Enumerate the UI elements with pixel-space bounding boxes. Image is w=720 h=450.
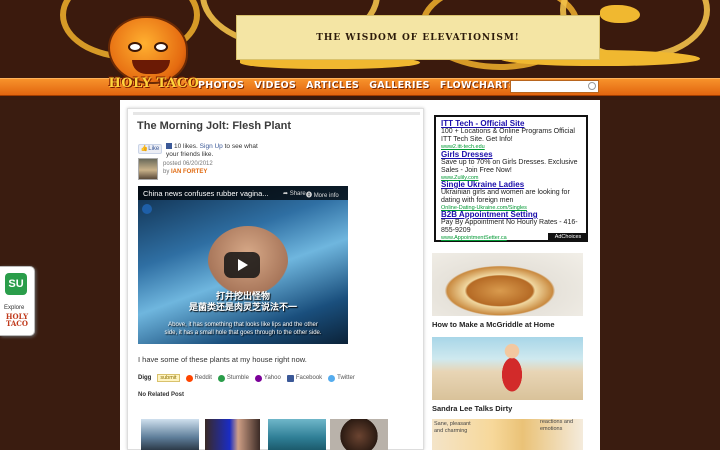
subtitle-en-line-2: side, it has a small hole that goes thro… bbox=[164, 330, 322, 336]
video-subtitle-cn: 打井挖出怪物 是菌类还是肉灵芝说法不一 bbox=[138, 292, 348, 314]
search-icon[interactable] bbox=[588, 82, 596, 90]
share-label: Share bbox=[289, 191, 306, 197]
post-body-text: I have some of these plants at my house … bbox=[138, 355, 307, 364]
by-label: by bbox=[163, 169, 170, 175]
mascot-mouth-icon bbox=[132, 60, 170, 74]
subtitle-en-line-1: Above, it has something that looks like … bbox=[168, 322, 318, 328]
share-bar: Digg submit Reddit Stumble Yahoo Faceboo… bbox=[138, 374, 355, 382]
ad-text: Ukrainian girls and women are looking fo… bbox=[441, 189, 570, 204]
ad-text-right: reactions and emotions bbox=[540, 419, 574, 432]
search-input[interactable] bbox=[510, 80, 599, 93]
facebook-like-label: Like bbox=[148, 146, 160, 152]
share-stumble-label: Stumble bbox=[226, 375, 249, 381]
stumble-explore-label: Explore bbox=[4, 305, 25, 311]
ad-title[interactable]: ITT Tech - Official Site bbox=[441, 119, 587, 128]
author-link[interactable]: IAN FORTEY bbox=[171, 169, 207, 175]
ad-item[interactable]: ITT Tech - Official Site 100 + Locations… bbox=[441, 119, 587, 151]
channel-logo-icon bbox=[142, 204, 152, 214]
ad-text: Save up to 70% on Girls Dresses. Exclusi… bbox=[441, 159, 578, 174]
facebook-icon bbox=[166, 143, 172, 150]
more-info-label: More info bbox=[313, 193, 339, 199]
share-twitter[interactable]: Twitter bbox=[328, 374, 355, 382]
ad-text-left: Sane, pleasant and charming bbox=[434, 421, 471, 434]
no-related-label: No Related Post bbox=[138, 392, 185, 398]
share-stumble[interactable]: Stumble bbox=[217, 374, 249, 382]
twitter-icon bbox=[328, 374, 336, 382]
like-count-text: 10 likes. bbox=[174, 143, 198, 150]
subtitle-cn-line-2: 是菌类还是肉灵芝说法不一 bbox=[188, 303, 297, 313]
facebook-like-button[interactable]: 👍Like bbox=[138, 144, 162, 154]
related-thumbnail[interactable] bbox=[141, 419, 199, 450]
logo-text: HOLY TACO bbox=[108, 76, 200, 91]
ad-item[interactable]: Single Ukraine Ladies Ukrainian girls an… bbox=[441, 180, 587, 212]
adchoices-badge[interactable]: AdChoices bbox=[548, 233, 588, 242]
nav-flowcharts[interactable]: FLOWCHARTS bbox=[440, 80, 516, 91]
ad-item[interactable]: Girls Dresses Save up to 70% on Girls Dr… bbox=[441, 150, 587, 182]
subtitle-cn-line-1: 打井挖出怪物 bbox=[215, 292, 270, 302]
video-player[interactable]: China news confuses rubber vagina... ➦ S… bbox=[138, 186, 348, 344]
share-reddit[interactable]: Reddit bbox=[185, 374, 212, 382]
ad-title[interactable]: Girls Dresses bbox=[441, 150, 587, 159]
share-icon: ➦ bbox=[283, 191, 289, 197]
share-reddit-label: Reddit bbox=[194, 375, 212, 381]
ad-unit: ITT Tech - Official Site 100 + Locations… bbox=[434, 115, 588, 242]
title-divider bbox=[133, 112, 420, 115]
related-thumbnail[interactable] bbox=[330, 419, 388, 450]
stumbleupon-icon bbox=[217, 374, 225, 382]
video-more-info-button[interactable]: ⓿ More info bbox=[306, 190, 339, 199]
author-avatar[interactable] bbox=[138, 158, 158, 180]
ad-title[interactable]: Single Ukraine Ladies bbox=[441, 180, 587, 189]
feature-caption[interactable]: Sandra Lee Talks Dirty bbox=[432, 404, 512, 413]
facebook-icon bbox=[286, 374, 294, 382]
ad-text: 100 + Locations & Online Programs Offici… bbox=[441, 128, 575, 143]
yahoo-icon bbox=[254, 374, 262, 382]
share-twitter-label: Twitter bbox=[337, 375, 355, 381]
header-ribbon-decoration bbox=[600, 5, 640, 23]
digg-submit-button[interactable]: submit bbox=[157, 374, 180, 382]
related-thumbnail[interactable] bbox=[268, 419, 326, 450]
share-facebook-label: Facebook bbox=[295, 375, 323, 381]
video-subtitle-en: Above, it has something that looks like … bbox=[142, 321, 344, 337]
share-yahoo[interactable]: Yahoo bbox=[254, 374, 281, 382]
post-meta: posted 06/20/2012 by IAN FORTEY bbox=[163, 160, 213, 176]
nav-galleries[interactable]: GALLERIES bbox=[369, 80, 430, 91]
mascot-eye-icon bbox=[128, 42, 142, 52]
nav-articles[interactable]: ARTICLES bbox=[306, 80, 359, 91]
feature-image-mcgriddle[interactable] bbox=[432, 253, 583, 316]
share-yahoo-label: Yahoo bbox=[263, 375, 281, 381]
posted-prefix: posted bbox=[163, 161, 182, 167]
header-banner[interactable]: THE WISDOM OF ELEVATIONISM! bbox=[236, 15, 600, 60]
nav-videos[interactable]: VIDEOS bbox=[254, 80, 296, 91]
figure-silhouette bbox=[492, 341, 532, 397]
nav-photos[interactable]: PHOTOS bbox=[198, 80, 244, 91]
mascot-eye-icon bbox=[154, 42, 168, 52]
facebook-signup-link[interactable]: Sign Up bbox=[200, 143, 223, 150]
stumble-brand-label: HOLY TACO bbox=[5, 312, 29, 328]
post-title[interactable]: The Morning Jolt: Flesh Plant bbox=[137, 120, 291, 132]
posted-date: 06/20/2012 bbox=[182, 161, 213, 167]
digg-label: Digg bbox=[138, 375, 152, 381]
reddit-icon bbox=[185, 374, 193, 382]
related-thumbnail[interactable] bbox=[205, 419, 260, 450]
play-button-icon[interactable] bbox=[224, 252, 260, 278]
main-nav: PHOTOS VIDEOS ARTICLES GALLERIES FLOWCHA… bbox=[198, 80, 516, 91]
video-share-button[interactable]: ➦ Share bbox=[283, 190, 306, 197]
video-title[interactable]: China news confuses rubber vagina... bbox=[143, 189, 283, 198]
feature-caption[interactable]: How to Make a McGriddle at Home bbox=[432, 320, 555, 329]
ad-title[interactable]: B2B Appointment Setting bbox=[441, 210, 587, 219]
sidebar-ad-image[interactable]: Sane, pleasant and charming reactions an… bbox=[432, 419, 583, 450]
feature-image-sandra-lee[interactable] bbox=[432, 337, 583, 400]
facebook-like-count: 10 likes. Sign Up to see what your frien… bbox=[166, 143, 266, 159]
pumpkin-mascot-icon bbox=[108, 16, 188, 84]
banner-text: THE WISDOM OF ELEVATIONISM! bbox=[316, 32, 520, 43]
stumbleupon-icon[interactable]: SU bbox=[5, 273, 27, 295]
stumbleupon-widget[interactable]: SU Explore HOLY TACO bbox=[0, 266, 35, 336]
site-logo[interactable]: HOLY TACO bbox=[100, 14, 208, 98]
info-icon: ⓿ bbox=[306, 193, 313, 199]
share-facebook[interactable]: Facebook bbox=[286, 374, 323, 382]
